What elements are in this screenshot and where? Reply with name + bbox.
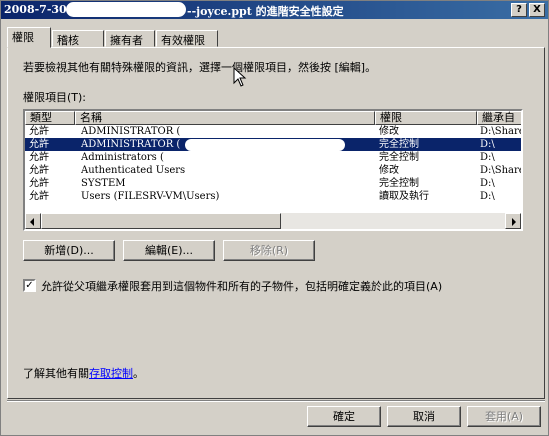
remove-button[interactable]: 移除(R) bbox=[223, 240, 315, 261]
ok-button[interactable]: 確定 bbox=[307, 406, 381, 427]
scroll-left-button[interactable] bbox=[25, 213, 41, 229]
entry-name: Authenticated Users bbox=[81, 165, 186, 176]
column-header-type[interactable]: 類型 bbox=[25, 111, 75, 125]
table-row-selected[interactable]: 允許 ADMINISTRATOR ( 完全控制 D:\ bbox=[25, 138, 521, 151]
column-header-inherited[interactable]: 繼承自 bbox=[477, 111, 521, 125]
entry-permission: 完全控制 bbox=[379, 139, 419, 150]
permission-entries-list[interactable]: 類型 名稱 權限 繼承自 允許 ADMINISTRATOR ( 修改 D:\Sh… bbox=[23, 109, 523, 231]
help-button[interactable]: ? bbox=[511, 3, 527, 17]
entry-inherited: D:\ bbox=[480, 191, 495, 202]
title-bar[interactable]: 2008-7-30 --joyce.ppt 的進階安全性設定 ? X bbox=[1, 1, 548, 19]
arrow-left-icon bbox=[30, 218, 34, 226]
entry-inherited: D:\ bbox=[480, 178, 495, 189]
title-redaction bbox=[66, 2, 186, 17]
entry-permission: 完全控制 bbox=[379, 152, 419, 163]
entry-name: ADMINISTRATOR ( bbox=[81, 139, 181, 150]
info-prefix: 了解其他有關 bbox=[23, 367, 89, 380]
entry-inherited: D:\Share\ bbox=[480, 165, 521, 176]
entry-permission: 讀取及執行 bbox=[379, 191, 429, 202]
entry-type: 允許 bbox=[29, 178, 49, 189]
scroll-right-button[interactable] bbox=[505, 213, 521, 229]
entry-inherited: D:\Share\ bbox=[480, 126, 521, 137]
entry-permission: 修改 bbox=[379, 126, 399, 137]
description-text: 若要檢視其他有關特殊權限的資訊，選擇一個權限項目，然後按 [編輯]。 bbox=[23, 61, 377, 74]
column-header-name[interactable]: 名稱 bbox=[75, 111, 375, 125]
entry-permission: 修改 bbox=[379, 165, 399, 176]
apply-button[interactable]: 套用(A) bbox=[467, 406, 541, 427]
entry-name: Users (FILESRV-VM\Users) bbox=[81, 191, 220, 202]
column-header-permission[interactable]: 權限 bbox=[375, 111, 477, 125]
inherit-checkbox-label[interactable]: 允許從父項繼承權限套用到這個物件和所有的子物件，包括明確定義於此的項目(A) bbox=[41, 278, 442, 294]
table-row[interactable]: 允許 Users (FILESRV-VM\Users) 讀取及執行 D:\ bbox=[25, 190, 521, 203]
entry-permission: 完全控制 bbox=[379, 178, 419, 189]
name-redaction bbox=[165, 152, 315, 164]
entry-inherited: D:\ bbox=[480, 139, 495, 150]
scrollbar-thumb[interactable] bbox=[41, 213, 281, 229]
table-row[interactable]: 允許 SYSTEM 完全控制 D:\ bbox=[25, 177, 521, 190]
entry-inherited: D:\ bbox=[480, 152, 495, 163]
name-redaction bbox=[185, 139, 345, 151]
mouse-cursor-icon bbox=[233, 67, 247, 87]
name-redaction bbox=[185, 126, 345, 138]
access-control-link[interactable]: 存取控制 bbox=[89, 367, 133, 380]
tab-owner[interactable]: 擁有者 bbox=[105, 30, 155, 47]
horizontal-scrollbar[interactable] bbox=[25, 213, 521, 229]
entry-type: 允許 bbox=[29, 165, 49, 176]
edit-button[interactable]: 編輯(E)... bbox=[123, 240, 215, 261]
info-text: 了解其他有關存取控制。 bbox=[23, 365, 144, 381]
entry-type: 允許 bbox=[29, 139, 49, 150]
arrow-right-icon bbox=[512, 218, 516, 226]
permission-entries-label: 權限項目(T): bbox=[23, 91, 87, 104]
window-title: --joyce.ppt 的進階安全性設定 bbox=[187, 5, 344, 18]
close-button[interactable]: X bbox=[529, 3, 545, 17]
tab-effective-permissions[interactable]: 有效權限 bbox=[156, 30, 218, 47]
tab-permissions[interactable]: 權限 bbox=[7, 27, 51, 48]
list-header: 類型 名稱 權限 繼承自 bbox=[25, 111, 521, 125]
entry-name: Administrators ( bbox=[81, 152, 164, 163]
table-row[interactable]: 允許 Authenticated Users 修改 D:\Share\ bbox=[25, 164, 521, 177]
cancel-button[interactable]: 取消 bbox=[387, 406, 461, 427]
tab-auditing[interactable]: 稽核 bbox=[52, 30, 104, 47]
add-button[interactable]: 新增(D)... bbox=[23, 240, 115, 261]
entry-type: 允許 bbox=[29, 126, 49, 137]
footer-separator bbox=[7, 400, 545, 402]
entry-name: SYSTEM bbox=[81, 178, 126, 189]
entry-type: 允許 bbox=[29, 152, 49, 163]
info-suffix: 。 bbox=[133, 367, 144, 380]
table-row[interactable]: 允許 ADMINISTRATOR ( 修改 D:\Share\ bbox=[25, 125, 521, 138]
entry-name: ADMINISTRATOR ( bbox=[81, 126, 181, 137]
entry-type: 允許 bbox=[29, 191, 49, 202]
inherit-checkbox[interactable]: ✓ bbox=[23, 279, 36, 292]
title-date: 2008-7-30 bbox=[4, 3, 67, 16]
advanced-security-dialog: 2008-7-30 --joyce.ppt 的進階安全性設定 ? X 權限 稽核… bbox=[0, 0, 549, 436]
table-row[interactable]: 允許 Administrators ( 完全控制 D:\ bbox=[25, 151, 521, 164]
